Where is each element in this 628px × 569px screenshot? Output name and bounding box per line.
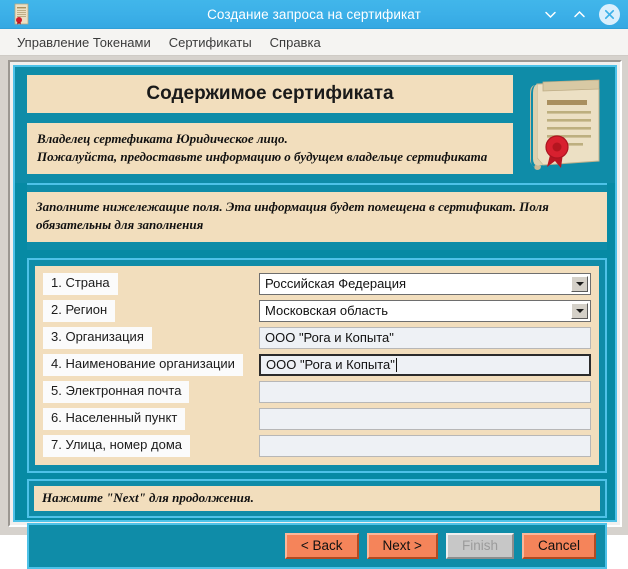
form-row: 3. Организация ООО "Рога и Копыта" (43, 326, 591, 350)
menu-item-certificates[interactable]: Сертификаты (160, 32, 261, 53)
country-combobox[interactable]: Российская Федерация (259, 272, 591, 295)
control-cell: Московская область (259, 299, 591, 322)
control-cell: Российская Федерация (259, 272, 591, 295)
country-value: Российская Федерация (265, 276, 407, 292)
wizard-button-bar: < Back Next > Finish Cancel (27, 522, 607, 569)
form-row: 5. Электронная почта (43, 380, 591, 404)
outer-frame: Содержимое сертификата Владелец сертефик… (8, 60, 622, 569)
region-value: Московская область (265, 303, 389, 319)
certificate-icon (12, 3, 32, 25)
control-cell: ООО "Рога и Копыта" (259, 326, 591, 349)
locality-input[interactable] (259, 407, 591, 430)
text-caret (395, 357, 397, 372)
form-row: 4. Наименование организации ООО "Рога и … (43, 353, 591, 377)
organization-unit-value: ООО "Рога и Копыта" (266, 357, 395, 373)
subtitle-line-1: Владелец сертефиката Юридическое лицо. (37, 131, 288, 146)
hint-box: Нажмите "Next" для продолжения. (34, 485, 600, 511)
title-bar: Создание запроса на сертификат (0, 0, 628, 29)
minimize-button[interactable] (541, 5, 559, 23)
field-label-country: 1. Страна (43, 272, 118, 295)
instructions-text: Заполните нижележащие поля. Эта информац… (36, 198, 549, 233)
menu-item-token-management[interactable]: Управление Токенами (8, 32, 160, 53)
organization-input[interactable]: ООО "Рога и Копыта" (259, 326, 591, 349)
field-label-organization: 3. Организация (43, 326, 152, 349)
menu-item-help[interactable]: Справка (261, 32, 330, 53)
control-cell (259, 434, 591, 457)
menu-bar: Управление Токенами Сертификаты Справка (0, 29, 628, 56)
subtitle-line-2: Пожалуйста, предоставьте информацию о бу… (37, 148, 488, 164)
hint-text: Нажмите "Next" для продолжения. (42, 489, 254, 505)
field-label-organization-unit: 4. Наименование организации (43, 353, 243, 376)
close-button[interactable] (599, 3, 620, 25)
organization-value: ООО "Рога и Копыта" (265, 330, 394, 346)
field-label-email: 5. Электронная почта (43, 380, 190, 403)
form-row: 1. Страна Российская Федерация (43, 272, 591, 296)
street-address-input[interactable] (259, 434, 591, 457)
organization-unit-input[interactable]: ООО "Рога и Копыта" (259, 353, 591, 376)
wizard-stage: Содержимое сертификата Владелец сертефик… (13, 65, 617, 569)
chevron-down-icon[interactable] (571, 275, 588, 292)
certificate-scroll-seal-icon (521, 73, 607, 173)
subtitle-box: Владелец сертефиката Юридическое лицо. П… (27, 123, 513, 174)
form-row: 6. Населенный пункт (43, 407, 591, 431)
form-row: 7. Улица, номер дома (43, 434, 591, 458)
form-panel: 1. Страна Российская Федерация 2. Регион (27, 257, 607, 473)
field-label-street-address: 7. Улица, номер дома (43, 434, 190, 457)
certificate-request-window: Создание запроса на сертификат Управлени… (0, 0, 628, 569)
page-title: Содержимое сертификата (146, 83, 394, 104)
cancel-button[interactable]: Cancel (521, 532, 596, 559)
back-button[interactable]: < Back (284, 532, 359, 559)
page-title-box: Содержимое сертификата (27, 75, 513, 113)
maximize-button[interactable] (570, 5, 588, 23)
finish-button: Finish (445, 532, 514, 559)
instructions-panel: Заполните нижележащие поля. Эта информац… (27, 182, 607, 250)
email-input[interactable] (259, 380, 591, 403)
field-label-region: 2. Регион (43, 299, 116, 322)
control-cell (259, 380, 591, 403)
form-row: 2. Регион Московская область (43, 299, 591, 323)
next-button[interactable]: Next > (366, 532, 438, 559)
region-combobox[interactable]: Московская область (259, 299, 591, 322)
control-cell: ООО "Рога и Копыта" (259, 353, 591, 376)
header-texts: Содержимое сертификата Владелец сертефик… (27, 75, 513, 174)
form-fields: 1. Страна Российская Федерация 2. Регион (35, 265, 599, 465)
chevron-down-icon[interactable] (571, 302, 588, 319)
instructions-box: Заполните нижележащие поля. Эта информац… (27, 191, 607, 242)
window-controls (541, 0, 620, 28)
control-cell (259, 407, 591, 430)
field-label-locality: 6. Населенный пункт (43, 407, 186, 430)
window-title: Создание запроса на сертификат (207, 6, 421, 22)
hint-panel: Нажмите "Next" для продолжения. (27, 478, 607, 518)
header-panel: Содержимое сертификата Владелец сертефик… (15, 67, 615, 183)
client-area: Содержимое сертификата Владелец сертефик… (0, 56, 628, 569)
